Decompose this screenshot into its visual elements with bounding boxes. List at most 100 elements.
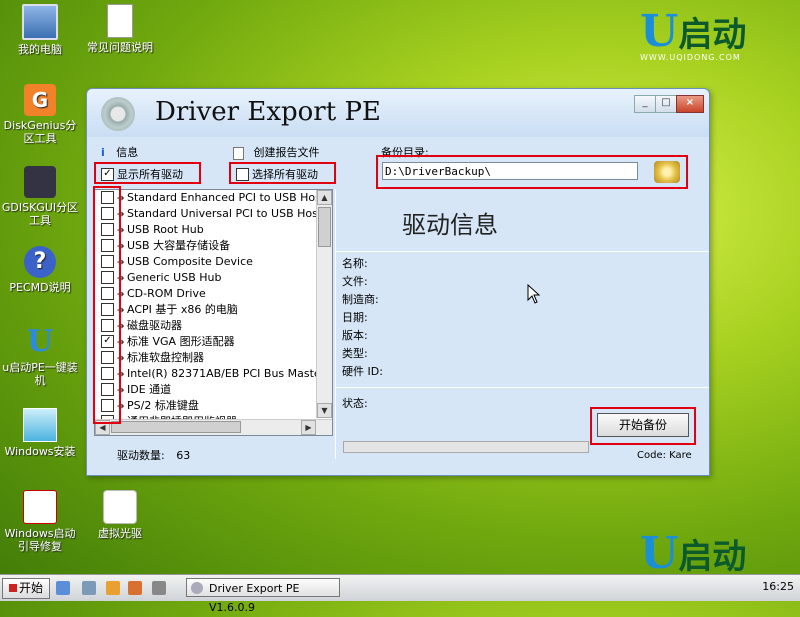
desktop-icon-label: PECMD说明: [9, 281, 71, 294]
desktop-icon-faq[interactable]: 常见问题说明: [80, 4, 160, 54]
brand-logo-top: U启动 WWW.UQIDONG.COM: [640, 6, 747, 63]
divider: [336, 251, 709, 252]
driver-list-item[interactable]: ➔ 标准软盘控制器: [95, 350, 317, 366]
diskgenius-icon: G: [24, 84, 56, 116]
start-menu-icon: [8, 584, 17, 592]
driver-name: USB Root Hub: [127, 223, 204, 236]
desktop-icon-diskgenius[interactable]: G DiskGenius分区工具: [0, 84, 80, 145]
divider: [335, 189, 336, 459]
gear-icon: [101, 97, 135, 131]
highlight-box-select-all: [229, 162, 336, 184]
driver-list[interactable]: ➔Standard Enhanced PCI to USB Host Co➔St…: [94, 189, 333, 436]
maximize-button[interactable]: □: [655, 95, 677, 113]
driver-name: Generic USB Hub: [127, 271, 222, 284]
field-hardware-id: 硬件 ID:: [342, 365, 383, 378]
taskbar: 开始 Driver Export PE V1.6.0.9 16:25: [0, 574, 800, 614]
desktop-icon-label: Windows启动引导修复: [4, 527, 76, 553]
driver-list-item[interactable]: ➔Standard Enhanced PCI to USB Host Co: [95, 190, 317, 206]
divider: [336, 387, 709, 388]
desktop-icon-label: GDISKGUI分区工具: [1, 201, 79, 227]
desktop-icon-label: 虚拟光驱: [98, 527, 142, 540]
desktop-icon-gdiskgui[interactable]: GDISKGUI分区工具: [0, 166, 80, 227]
taskbar-item-driver-export[interactable]: Driver Export PE V1.6.0.9: [186, 578, 340, 614]
desktop-icon-my-computer[interactable]: 我的电脑: [0, 4, 80, 56]
desktop-icon-label: 我的电脑: [18, 43, 62, 56]
driver-list-item[interactable]: ✓ ➔ 标准 VGA 图形适配器: [95, 334, 317, 350]
field-type: 类型:: [342, 347, 368, 360]
highlight-box-start-backup: [590, 407, 696, 445]
driver-name: IDE 通道: [127, 383, 172, 396]
driver-list-item[interactable]: ➔ ACPI 基于 x86 的电脑: [95, 302, 317, 318]
field-date: 日期:: [342, 311, 368, 324]
uqidong-icon: U: [26, 324, 54, 359]
quicklaunch-pen-icon[interactable]: [152, 581, 166, 595]
scroll-thumb[interactable]: [318, 207, 331, 247]
driver-list-item[interactable]: ➔ Generic USB Hub: [95, 270, 317, 286]
hscroll-thumb[interactable]: [111, 421, 241, 433]
scroll-right-icon[interactable]: ▶: [301, 420, 316, 435]
field-file: 文件:: [342, 275, 368, 288]
computer-icon: [22, 4, 58, 40]
desktop-icon-virtual-cd[interactable]: 虚拟光驱: [80, 490, 160, 540]
highlight-box-backup-dir: [376, 155, 688, 189]
code-credit: Code: Kare: [637, 450, 692, 461]
report-icon: [233, 146, 244, 160]
driver-list-item[interactable]: ➔ USB Composite Device: [95, 254, 317, 270]
clock: 16:25: [762, 580, 794, 593]
info-option[interactable]: i 信息: [101, 144, 138, 160]
driver-list-item[interactable]: ➔ IDE 通道: [95, 382, 317, 398]
driver-name: Standard Universal PCI to USB Host Co: [127, 207, 317, 220]
quicklaunch-app-icon[interactable]: [128, 581, 142, 595]
help-icon: ?: [24, 246, 56, 278]
document-icon: [107, 4, 133, 38]
info-icon: i: [101, 146, 105, 159]
driver-list-item[interactable]: ➔ USB Root Hub: [95, 222, 317, 238]
quicklaunch-folder-icon[interactable]: [106, 581, 120, 595]
driver-name: 标准 VGA 图形适配器: [127, 335, 235, 348]
minimize-button[interactable]: _: [634, 95, 656, 113]
desktop-icon-uqidong-install[interactable]: U u启动PE一键装机: [0, 324, 80, 388]
title-bar[interactable]: Driver Export PE _ □ ×: [87, 89, 709, 137]
desktop-icon-pecmd[interactable]: ? PECMD说明: [0, 246, 80, 294]
highlight-box-driver-checkboxes: [93, 186, 121, 424]
desktop-icon-label: u启动PE一键装机: [2, 361, 78, 387]
driver-name: PS/2 标准键盘: [127, 399, 199, 412]
window-title: Driver Export PE: [155, 97, 381, 127]
desktop-icon-boot-repair[interactable]: Windows启动引导修复: [0, 490, 80, 553]
driver-count: 驱动数量: 63: [117, 449, 191, 462]
cd-drive-icon: [103, 490, 137, 524]
field-version: 版本:: [342, 329, 368, 342]
repair-kit-icon: [23, 490, 57, 524]
desktop-icon-windows-install[interactable]: Windows安装: [0, 408, 80, 458]
driver-list-item[interactable]: ➔ USB 大容量存储设备: [95, 238, 317, 254]
driver-list-item[interactable]: ➔ 磁盘驱动器: [95, 318, 317, 334]
driver-list-item[interactable]: ➔Standard Universal PCI to USB Host Co: [95, 206, 317, 222]
driver-info-heading: 驱动信息: [402, 211, 498, 239]
driver-name: ACPI 基于 x86 的电脑: [127, 303, 238, 316]
driver-name: Intel(R) 82371AB/EB PCI Bus Master ID: [127, 367, 317, 380]
status-label: 状态:: [342, 397, 368, 410]
quicklaunch-tools-icon[interactable]: [82, 581, 96, 595]
start-button[interactable]: 开始: [2, 578, 50, 599]
create-report-option[interactable]: 创建报告文件: [233, 144, 320, 160]
field-manufacturer: 制造商:: [342, 293, 379, 306]
desktop-icon-label: DiskGenius分区工具: [3, 119, 77, 145]
vertical-scrollbar[interactable]: ▲ ▼: [316, 190, 332, 418]
windows-install-icon: [23, 408, 57, 442]
gear-icon: [191, 582, 203, 594]
scroll-up-icon[interactable]: ▲: [317, 190, 332, 205]
driver-export-window: Driver Export PE _ □ × i 信息 创建报告文件 备份目录:…: [86, 88, 710, 476]
driver-name: USB 大容量存储设备: [127, 239, 231, 252]
driver-list-item[interactable]: ➔Intel(R) 82371AB/EB PCI Bus Master ID: [95, 366, 317, 382]
quicklaunch-explorer-icon[interactable]: [56, 581, 70, 595]
driver-list-item[interactable]: ➔ PS/2 标准键盘: [95, 398, 317, 414]
progress-bar: [343, 441, 589, 453]
horizontal-scrollbar[interactable]: ◀ ▶: [95, 419, 332, 435]
scroll-down-icon[interactable]: ▼: [317, 403, 332, 418]
field-name: 名称:: [342, 257, 368, 270]
mouse-cursor-icon: [527, 284, 541, 304]
close-button[interactable]: ×: [676, 95, 704, 113]
driver-name: USB Composite Device: [127, 255, 253, 268]
driver-list-item[interactable]: ➔ CD-ROM Drive: [95, 286, 317, 302]
desktop-icon-label: Windows安装: [4, 445, 76, 458]
